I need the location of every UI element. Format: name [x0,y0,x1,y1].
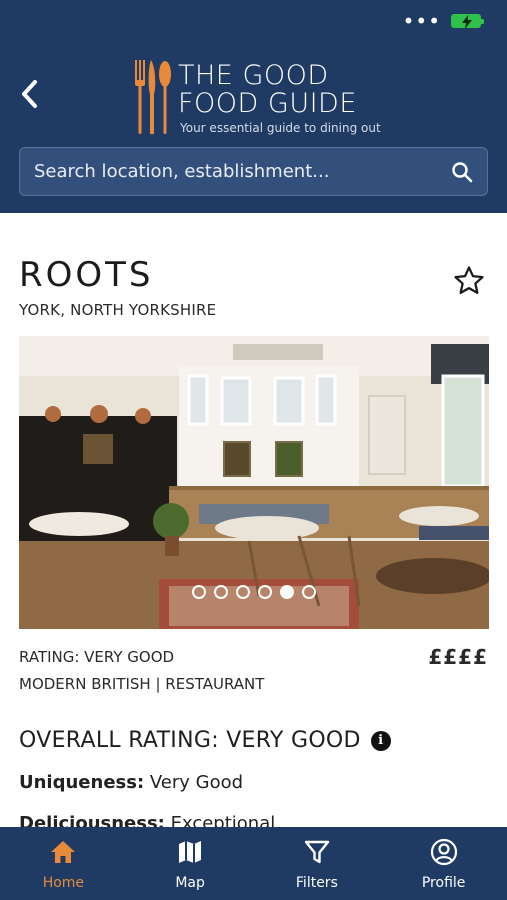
restaurant-name: ROOTS [19,255,154,295]
signal-dots-icon: ••• [402,9,441,33]
tab-filters[interactable]: Filters [254,827,381,900]
logo-title: THE GOOD FOOD GUIDE [178,60,357,119]
home-icon [51,841,76,863]
tab-label: Profile [421,875,466,891]
cutlery-icon [135,60,171,134]
rating-row-deliciousness: Deliciousness: Exceptional [19,813,275,827]
status-bar: ••• [402,9,484,33]
map-icon [179,841,202,863]
carousel-dot[interactable] [258,585,272,599]
bottom-tab-bar: Home Map Filters Profile [0,827,507,900]
app-header: ••• THE GOOD FOOD GUIDE Your essential g… [0,0,507,213]
tab-map[interactable]: Map [127,827,254,900]
search-input[interactable]: Search location, establishment... [19,147,488,196]
carousel-dot[interactable] [302,585,316,599]
rating-summary: RATING: VERY GOOD [19,648,175,666]
rating-row-value: Exceptional [170,813,276,827]
rating-row-uniqueness: Uniqueness: Very Good [19,772,243,793]
price-level: ££££ [428,645,488,669]
carousel-dot-active[interactable] [280,585,294,599]
search-placeholder: Search location, establishment... [34,161,330,182]
restaurant-detail: ROOTS YORK, NORTH YORKSHIRE RATING: VERY… [0,213,507,827]
back-button[interactable] [14,76,44,112]
cuisine-type: MODERN BRITISH | RESTAURANT [19,675,265,693]
chevron-left-icon [22,80,37,108]
rating-row-label: Uniqueness: [19,772,145,793]
tab-label: Filters [295,875,338,891]
info-icon[interactable]: i [370,730,391,751]
rating-row-value: Very Good [149,772,244,793]
carousel-dot[interactable] [236,585,250,599]
search-icon[interactable] [451,161,473,183]
restaurant-location: YORK, NORTH YORKSHIRE [19,301,217,319]
star-outline-icon[interactable] [452,264,486,298]
carousel-dot[interactable] [192,585,206,599]
rating-row-label: Deliciousness: [19,813,165,827]
overall-rating-heading: OVERALL RATING: VERY GOOD i [19,728,391,753]
logo-tagline: Your essential guide to dining out [180,121,381,135]
filter-icon [304,840,330,864]
restaurant-photo-carousel[interactable] [19,336,489,629]
overall-rating-label: OVERALL RATING: VERY GOOD [19,728,361,753]
carousel-dots [19,585,489,599]
tab-profile[interactable]: Profile [380,827,507,900]
profile-icon [430,838,457,866]
tab-home[interactable]: Home [0,827,127,900]
tab-label: Home [42,875,85,891]
carousel-dot[interactable] [214,585,228,599]
good-food-guide-logo[interactable]: THE GOOD FOOD GUIDE Your essential guide… [132,58,382,138]
tab-label: Map [175,875,205,891]
battery-charging-icon [451,14,484,29]
